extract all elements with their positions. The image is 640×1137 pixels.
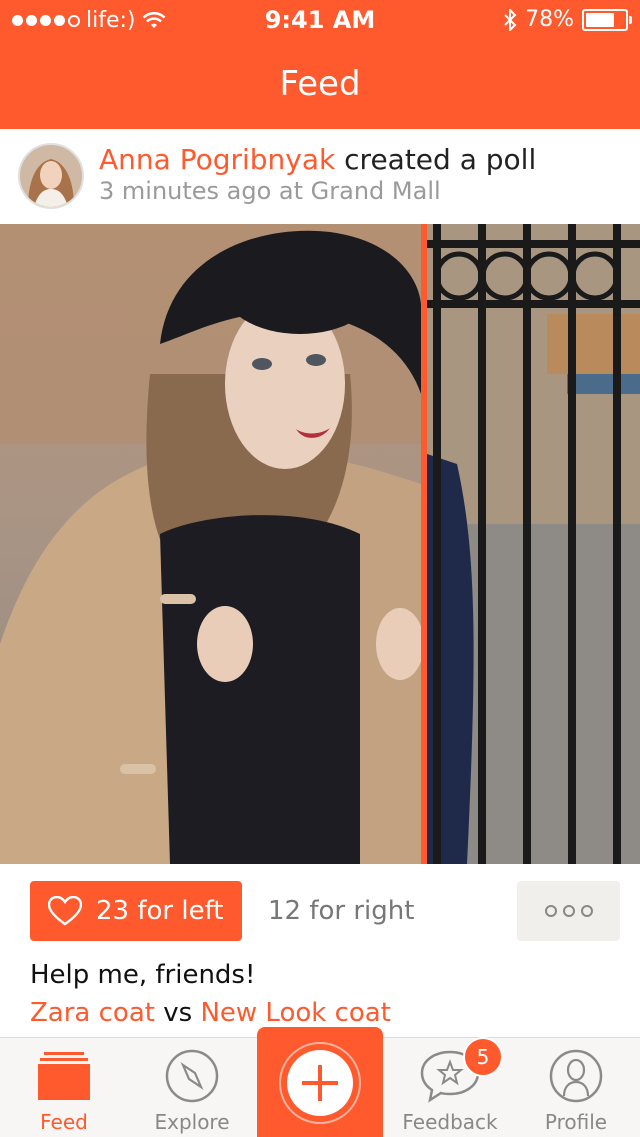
versus-text: vs	[163, 998, 193, 1028]
post-action: created a poll	[344, 143, 537, 176]
notification-badge: 5	[463, 1037, 503, 1077]
compass-icon	[165, 1049, 219, 1103]
post-title: Anna Pogribnyak created a poll	[99, 143, 536, 176]
tab-bar: Feed Explore Feedback Profile	[0, 1027, 640, 1137]
more-options-button[interactable]	[517, 881, 620, 941]
poll-option-left-image[interactable]	[0, 224, 421, 864]
tab-label: Profile	[544, 1110, 608, 1134]
left-item-link[interactable]: Zara coat	[30, 998, 155, 1028]
vote-right-button[interactable]: 12 for right	[268, 896, 414, 926]
poll-comparison: Zara coat vs New Look coat	[30, 998, 391, 1028]
tab-label: Explore	[154, 1110, 230, 1134]
feed-icon	[38, 1052, 90, 1100]
page-title: Feed	[279, 64, 361, 104]
post-meta: 3 minutes ago at Grand Mall	[99, 177, 441, 205]
tab-label: Feedback	[402, 1110, 498, 1134]
post-header: Anna Pogribnyak created a poll 3 minutes…	[0, 129, 640, 224]
author-name-link[interactable]: Anna Pogribnyak	[99, 143, 335, 176]
more-icon	[544, 905, 557, 917]
poll-actions: 23 for left 12 for right Help me, friend…	[0, 864, 640, 1040]
create-poll-button[interactable]	[257, 1027, 383, 1137]
vote-left-button[interactable]: 23 for left	[30, 881, 242, 941]
profile-icon	[549, 1049, 603, 1103]
tab-explore[interactable]: Explore	[128, 1038, 256, 1137]
left-votes-label: 23 for left	[96, 896, 224, 926]
navigation-bar: Feed	[0, 40, 640, 129]
post-caption: Help me, friends!	[30, 960, 256, 990]
tab-label: Feed	[40, 1110, 88, 1134]
battery-info: 78%	[503, 7, 632, 32]
bluetooth-icon	[504, 8, 517, 31]
heart-icon	[48, 896, 82, 926]
tab-feed[interactable]: Feed	[0, 1038, 128, 1137]
tab-profile[interactable]: Profile	[512, 1038, 640, 1137]
battery-percent: 78%	[525, 7, 574, 32]
status-bar: life:) 9:41 AM 78%	[0, 0, 640, 40]
avatar[interactable]	[18, 143, 84, 209]
plus-icon	[279, 1042, 361, 1124]
poll-option-right-image[interactable]	[427, 224, 640, 864]
right-item-link[interactable]: New Look coat	[200, 998, 390, 1028]
battery-icon	[582, 8, 632, 31]
poll-images	[0, 224, 640, 864]
